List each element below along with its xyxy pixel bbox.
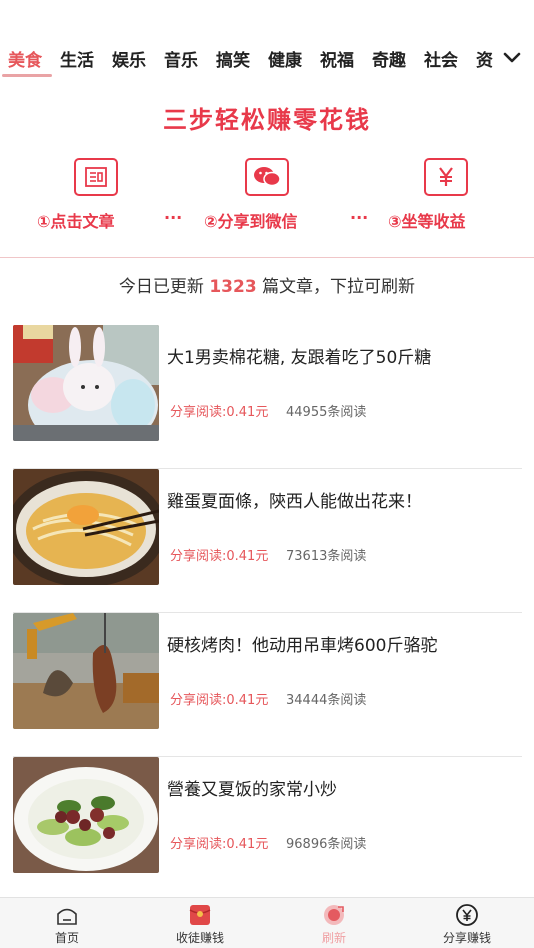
tab-food[interactable]: 美食 xyxy=(8,46,42,71)
article-title: 營養又夏饭的家常小炒 xyxy=(167,780,337,800)
nav-refresh-label: 刷新 xyxy=(321,931,346,945)
tab-funny[interactable]: 搞笑 xyxy=(216,46,250,71)
tab-finance[interactable]: 资 xyxy=(476,46,494,71)
tab-curiosity[interactable]: 奇趣 xyxy=(372,46,406,71)
nav-share-earn[interactable]: 分享赚钱 xyxy=(417,898,517,948)
update-prefix: 今日已更新 xyxy=(118,277,204,297)
yuan-icon xyxy=(424,158,468,196)
chevron-down-icon[interactable] xyxy=(499,47,525,69)
article-item[interactable]: 營養又夏饭的家常小炒 分享阅读:0.41元 96896条阅读 xyxy=(13,757,522,901)
nav-recruit[interactable]: 收徒赚钱 xyxy=(150,898,250,948)
article-title: 大1男卖棉花糖, 友跟着吃了50斤糖 xyxy=(167,348,432,368)
article-read-count: 96896条阅读 xyxy=(286,837,367,852)
article-item[interactable]: 雞蛋夏面條，陝西人能做出花来！ 分享阅读:0.41元 73613条阅读 xyxy=(13,469,522,613)
article-read-count: 73613条阅读 xyxy=(286,549,367,564)
yuan-circle-icon xyxy=(455,904,479,926)
update-count: 1323 xyxy=(209,277,257,297)
step-3-label: ③坐等收益 xyxy=(388,212,466,231)
red-envelope-icon xyxy=(188,904,212,926)
tab-blessing[interactable]: 祝福 xyxy=(320,46,354,71)
article-icon xyxy=(74,158,118,196)
home-icon xyxy=(55,904,79,926)
nav-refresh[interactable]: 刷新 xyxy=(284,898,384,948)
step-separator: ··· xyxy=(350,208,369,227)
article-title: 雞蛋夏面條，陝西人能做出花来！ xyxy=(167,492,422,512)
article-thumbnail xyxy=(13,469,159,585)
tab-society[interactable]: 社会 xyxy=(424,46,458,71)
tab-entertainment[interactable]: 娱乐 xyxy=(112,46,146,71)
article-reward: 分享阅读:0.41元 xyxy=(170,693,269,708)
refresh-icon xyxy=(322,904,346,926)
article-thumbnail xyxy=(13,325,159,441)
nav-recruit-label: 收徒赚钱 xyxy=(175,931,224,945)
step-2-label: ②分享到微信 xyxy=(204,212,298,231)
article-title: 硬核烤肉！他动用吊車烤600斤骆驼 xyxy=(167,636,438,656)
article-thumbnail xyxy=(13,757,159,873)
article-read-count: 34444条阅读 xyxy=(286,693,367,708)
banner-title: 三步轻松赚零花钱 xyxy=(163,106,371,134)
step-separator: ··· xyxy=(164,208,183,227)
update-info: 今日已更新 1323 篇文章，下拉可刷新 xyxy=(0,272,534,297)
article-reward: 分享阅读:0.41元 xyxy=(170,549,269,564)
nav-home[interactable]: 首页 xyxy=(17,898,117,948)
update-suffix: 篇文章，下拉可刷新 xyxy=(262,277,416,297)
nav-home-label: 首页 xyxy=(54,931,79,945)
article-read-count: 44955条阅读 xyxy=(286,405,367,420)
article-reward: 分享阅读:0.41元 xyxy=(170,837,269,852)
nav-share-earn-label: 分享赚钱 xyxy=(442,931,491,945)
wechat-icon xyxy=(245,158,289,196)
article-item[interactable]: 大1男卖棉花糖, 友跟着吃了50斤糖 分享阅读:0.41元 44955条阅读 xyxy=(13,325,522,469)
article-reward: 分享阅读:0.41元 xyxy=(170,405,269,420)
article-thumbnail xyxy=(13,613,159,729)
active-tab-indicator xyxy=(2,74,52,77)
bottom-navigation: 首页 收徒赚钱 刷新 分享赚钱 xyxy=(0,897,534,948)
article-item[interactable]: 硬核烤肉！他动用吊車烤600斤骆驼 分享阅读:0.41元 34444条阅读 xyxy=(13,613,522,757)
earn-steps-banner[interactable]: 三步轻松赚零花钱 ①点击文章 ··· ②分享到微信 ··· ③坐等收益 xyxy=(0,78,534,258)
tab-music[interactable]: 音乐 xyxy=(164,46,198,71)
step-1-label: ①点击文章 xyxy=(37,212,115,231)
tab-life[interactable]: 生活 xyxy=(60,46,94,71)
tab-health[interactable]: 健康 xyxy=(268,46,302,71)
category-tab-bar: 美食 生活 娱乐 音乐 搞笑 健康 祝福 奇趣 社会 资 xyxy=(0,0,534,78)
